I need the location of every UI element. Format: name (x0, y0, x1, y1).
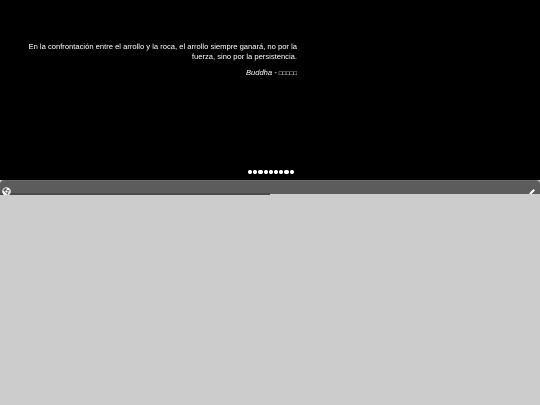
slide-dot[interactable] (253, 170, 258, 175)
slide-dot[interactable] (289, 170, 294, 175)
quote-text: En la confrontación entre el arrollo y l… (28, 42, 297, 61)
chrome-logo-icon[interactable] (2, 183, 11, 196)
author-separator: - (272, 68, 279, 77)
author-name: Buddha (245, 68, 273, 77)
bottom-toolbar (0, 180, 540, 194)
slide-dot[interactable] (279, 170, 284, 175)
content-area (0, 195, 540, 405)
quote-panel: En la confrontación entre el arrollo y l… (0, 0, 540, 180)
quote-author: Buddha - □□□□□ (24, 68, 297, 79)
author-native-name: □□□□□ (278, 71, 297, 77)
slide-dot[interactable] (248, 170, 253, 175)
slide-dot[interactable] (258, 170, 263, 175)
slide-dot[interactable] (263, 170, 268, 175)
slide-dot[interactable] (284, 170, 289, 175)
slide-dot[interactable] (273, 170, 279, 175)
slide-dot[interactable] (268, 170, 273, 175)
slide-dots (248, 170, 294, 178)
pencil-icon[interactable] (528, 183, 536, 195)
